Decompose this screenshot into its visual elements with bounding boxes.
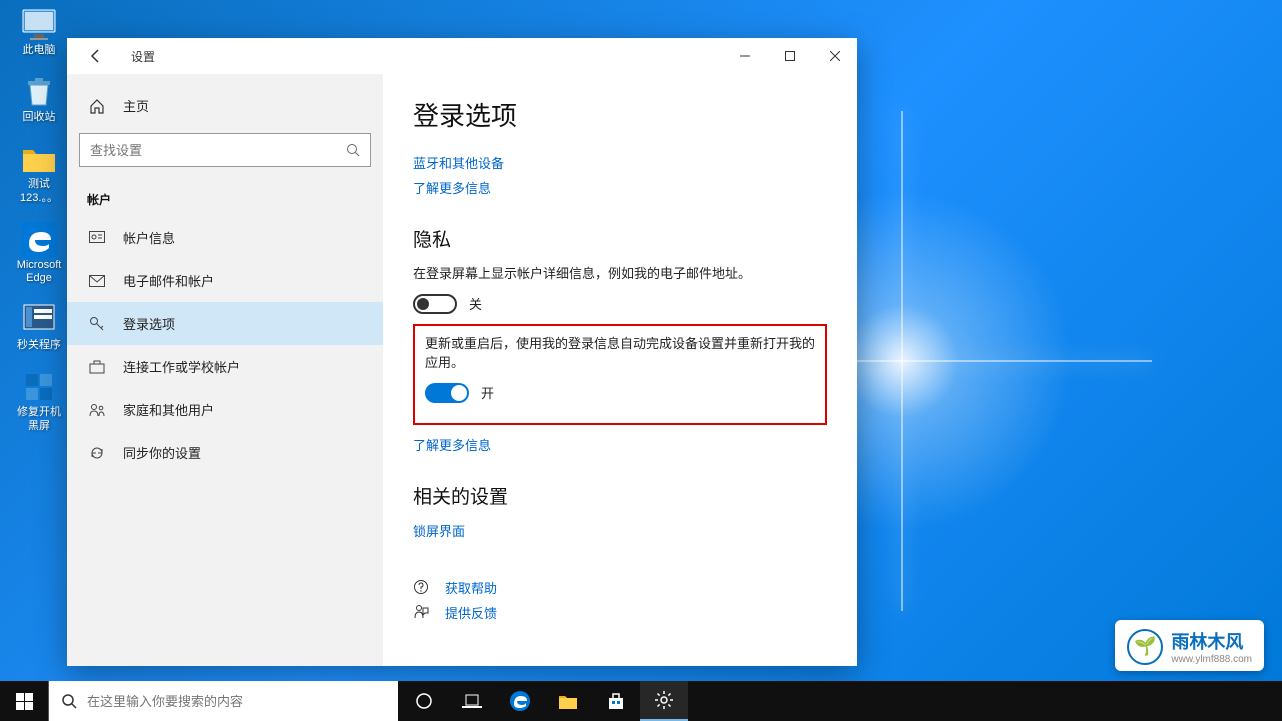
link-bluetooth[interactable]: 蓝牙和其他设备	[413, 153, 827, 172]
nav-account-info[interactable]: 帐户信息	[67, 216, 383, 259]
help-icon	[413, 579, 431, 595]
nav-email-accounts[interactable]: 电子邮件和帐户	[67, 259, 383, 302]
task-view-button[interactable]	[448, 681, 496, 721]
toggle-label: 关	[469, 294, 482, 313]
nav-work-school[interactable]: 连接工作或学校帐户	[67, 345, 383, 388]
minimize-button[interactable]	[722, 41, 767, 71]
nav-label: 登录选项	[123, 314, 175, 333]
settings-sidebar: 主页 帐户 帐户信息 电子邮件和帐户 登录选项 连接工作或学校帐户	[67, 74, 383, 666]
nav-sync-settings[interactable]: 同步你的设置	[67, 431, 383, 474]
mail-icon	[87, 275, 107, 287]
cortana-button[interactable]	[400, 681, 448, 721]
toggle-use-signin-info[interactable]	[425, 383, 469, 403]
start-button[interactable]	[0, 681, 48, 721]
link-lockscreen[interactable]: 锁屏界面	[413, 521, 827, 540]
desktop-icon-label: Microsoft Edge	[12, 259, 66, 285]
toggle-label: 开	[481, 383, 494, 402]
settings-search[interactable]	[79, 133, 371, 167]
maximize-button[interactable]	[767, 41, 812, 71]
page-title: 登录选项	[413, 96, 827, 133]
desktop-icon-close-programs[interactable]: 秒关程序	[12, 303, 66, 352]
taskbar-search[interactable]	[48, 681, 398, 721]
settings-content: 登录选项 蓝牙和其他设备 了解更多信息 隐私 在登录屏幕上显示帐户详细信息，例如…	[383, 74, 857, 666]
briefcase-icon	[87, 360, 107, 374]
search-icon	[346, 143, 360, 157]
watermark-url: www.ylmf888.com	[1171, 654, 1252, 665]
highlighted-setting: 更新或重启后，使用我的登录信息自动完成设备设置并重新打开我的应用。 开	[413, 324, 827, 425]
privacy-heading: 隐私	[413, 225, 827, 252]
desktop-icons: 此电脑 回收站 测试123.。。 Microsoft Edge 秒关程序 修复开…	[12, 8, 66, 433]
key-icon	[87, 316, 107, 332]
badge-icon	[87, 231, 107, 245]
nav-label: 同步你的设置	[123, 443, 201, 462]
taskbar-settings[interactable]	[640, 681, 688, 721]
nav-label: 家庭和其他用户	[123, 400, 214, 419]
nav-label: 电子邮件和帐户	[123, 271, 214, 290]
sync-icon	[87, 445, 107, 461]
search-icon	[61, 693, 77, 709]
search-input[interactable]	[90, 143, 346, 158]
desktop-icon-label: 此电脑	[23, 44, 56, 57]
desktop-icon-label: 秒关程序	[17, 339, 61, 352]
taskbar-explorer[interactable]	[544, 681, 592, 721]
settings-window: 设置 主页 帐户 帐户信息 电子邮件和帐户	[67, 38, 857, 666]
toggle-show-account-details[interactable]	[413, 294, 457, 314]
link-learn-more-2[interactable]: 了解更多信息	[413, 435, 827, 454]
back-button[interactable]	[83, 43, 109, 69]
privacy-description: 在登录屏幕上显示帐户详细信息，例如我的电子邮件地址。	[413, 264, 827, 284]
home-icon	[87, 98, 107, 114]
nav-family-users[interactable]: 家庭和其他用户	[67, 388, 383, 431]
desktop-icon-label: 测试123.。。	[12, 178, 66, 204]
feedback-icon	[413, 604, 431, 620]
category-label: 帐户	[67, 181, 383, 216]
desktop-icon-thispc[interactable]: 此电脑	[12, 8, 66, 57]
link-feedback[interactable]: 提供反馈	[445, 603, 497, 622]
desktop-icon-fix-boot[interactable]: 修复开机黑屏	[12, 370, 66, 432]
nav-label: 连接工作或学校帐户	[123, 357, 240, 376]
people-icon	[87, 403, 107, 417]
titlebar: 设置	[67, 38, 857, 74]
restart-description: 更新或重启后，使用我的登录信息自动完成设备设置并重新打开我的应用。	[425, 334, 815, 373]
desktop-icon-label: 回收站	[23, 111, 56, 124]
get-help[interactable]: 获取帮助	[413, 578, 827, 597]
window-title: 设置	[131, 48, 155, 65]
taskbar	[0, 681, 1282, 721]
close-button[interactable]	[812, 41, 857, 71]
nav-signin-options[interactable]: 登录选项	[67, 302, 383, 345]
taskbar-search-input[interactable]	[87, 694, 386, 709]
link-learn-more[interactable]: 了解更多信息	[413, 178, 827, 197]
desktop-icon-recyclebin[interactable]: 回收站	[12, 75, 66, 124]
desktop-icon-folder[interactable]: 测试123.。。	[12, 142, 66, 204]
watermark-brand: 雨林木风	[1171, 628, 1252, 654]
give-feedback[interactable]: 提供反馈	[413, 603, 827, 622]
watermark-logo: 🌱	[1127, 629, 1163, 665]
home-label: 主页	[123, 96, 149, 115]
nav-label: 帐户信息	[123, 228, 175, 247]
watermark-badge: 🌱 雨林木风 www.ylmf888.com	[1115, 620, 1264, 671]
taskbar-store[interactable]	[592, 681, 640, 721]
desktop-icon-label: 修复开机黑屏	[12, 406, 66, 432]
link-get-help[interactable]: 获取帮助	[445, 578, 497, 597]
home-nav-item[interactable]: 主页	[67, 86, 383, 125]
taskbar-edge[interactable]	[496, 681, 544, 721]
related-heading: 相关的设置	[413, 482, 827, 509]
desktop-icon-edge[interactable]: Microsoft Edge	[12, 223, 66, 285]
